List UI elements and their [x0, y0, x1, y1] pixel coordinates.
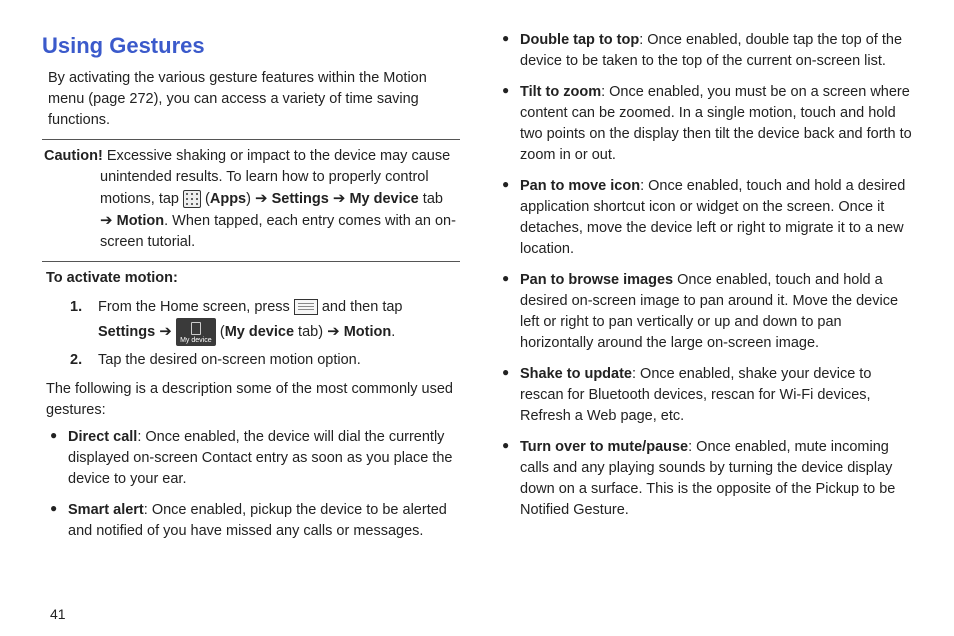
- step-item: From the Home screen, press and then tap…: [70, 297, 460, 346]
- list-item: Pan to move icon: Once enabled, touch an…: [504, 176, 912, 260]
- arrow-icon: ➔: [159, 323, 172, 340]
- divider-top: [42, 139, 460, 140]
- bullet-term: Smart alert: [68, 502, 144, 518]
- step1-tabword: tab): [294, 324, 327, 340]
- step1-pre: From the Home screen, press: [98, 299, 294, 315]
- arrow-icon: ➔: [333, 190, 346, 207]
- bullet-list-left: Direct call: Once enabled, the device wi…: [42, 427, 460, 542]
- left-column: Using Gestures By activating the various…: [42, 30, 460, 626]
- list-item: Tilt to zoom: Once enabled, you must be …: [504, 82, 912, 166]
- section-heading: Using Gestures: [42, 30, 460, 62]
- step1-mid: and then tap: [318, 299, 403, 315]
- my-device-tab-icon: My device: [176, 318, 216, 346]
- intro-paragraph: By activating the various gesture featur…: [42, 68, 460, 131]
- list-item: Double tap to top: Once enabled, double …: [504, 30, 912, 72]
- document-page: Using Gestures By activating the various…: [0, 0, 954, 636]
- bullet-list-right: Double tap to top: Once enabled, double …: [494, 30, 912, 521]
- apps-label: Apps: [210, 191, 246, 207]
- apps-grid-icon: [183, 190, 201, 208]
- activate-heading: To activate motion:: [42, 268, 460, 289]
- list-item: Turn over to mute/pause: Once enabled, m…: [504, 437, 912, 521]
- bullet-term: Pan to browse images: [520, 272, 673, 288]
- mydevice-label: My device: [349, 191, 418, 207]
- list-item: Pan to browse images Once enabled, touch…: [504, 270, 912, 354]
- step1-settings: Settings: [98, 324, 155, 340]
- steps-list: From the Home screen, press and then tap…: [42, 297, 460, 371]
- menu-key-icon: [294, 299, 318, 315]
- arrow-icon: ➔: [255, 190, 268, 207]
- bullet-term: Turn over to mute/pause: [520, 439, 688, 455]
- page-number: 41: [50, 606, 66, 622]
- caution-block: Caution! Excessive shaking or impact to …: [42, 146, 460, 253]
- step-item: Tap the desired on-screen motion option.: [70, 350, 460, 371]
- bullet-term: Pan to move icon: [520, 178, 640, 194]
- bullet-term: Direct call: [68, 429, 137, 445]
- bullet-term: Tilt to zoom: [520, 84, 601, 100]
- list-item: Shake to update: Once enabled, shake you…: [504, 364, 912, 427]
- bullet-term: Shake to update: [520, 366, 632, 382]
- description-paragraph: The following is a description some of t…: [42, 379, 460, 421]
- motion-label: Motion: [117, 213, 165, 229]
- settings-label: Settings: [272, 191, 329, 207]
- step1-motion: Motion: [344, 324, 392, 340]
- arrow-icon: ➔: [100, 212, 113, 229]
- right-column: Double tap to top: Once enabled, double …: [494, 30, 912, 626]
- activate-heading-text: To activate motion:: [46, 270, 178, 286]
- caution-label: Caution!: [44, 148, 103, 164]
- divider-bottom: [42, 261, 460, 262]
- tab-word: tab: [419, 191, 443, 207]
- arrow-icon: ➔: [327, 323, 340, 340]
- list-item: Direct call: Once enabled, the device wi…: [52, 427, 460, 490]
- step1-end: .: [391, 324, 395, 340]
- bullet-term: Double tap to top: [520, 32, 639, 48]
- caution-text: Caution! Excessive shaking or impact to …: [46, 146, 456, 253]
- list-item: Smart alert: Once enabled, pickup the de…: [52, 500, 460, 542]
- step1-mydevice: My device: [225, 324, 294, 340]
